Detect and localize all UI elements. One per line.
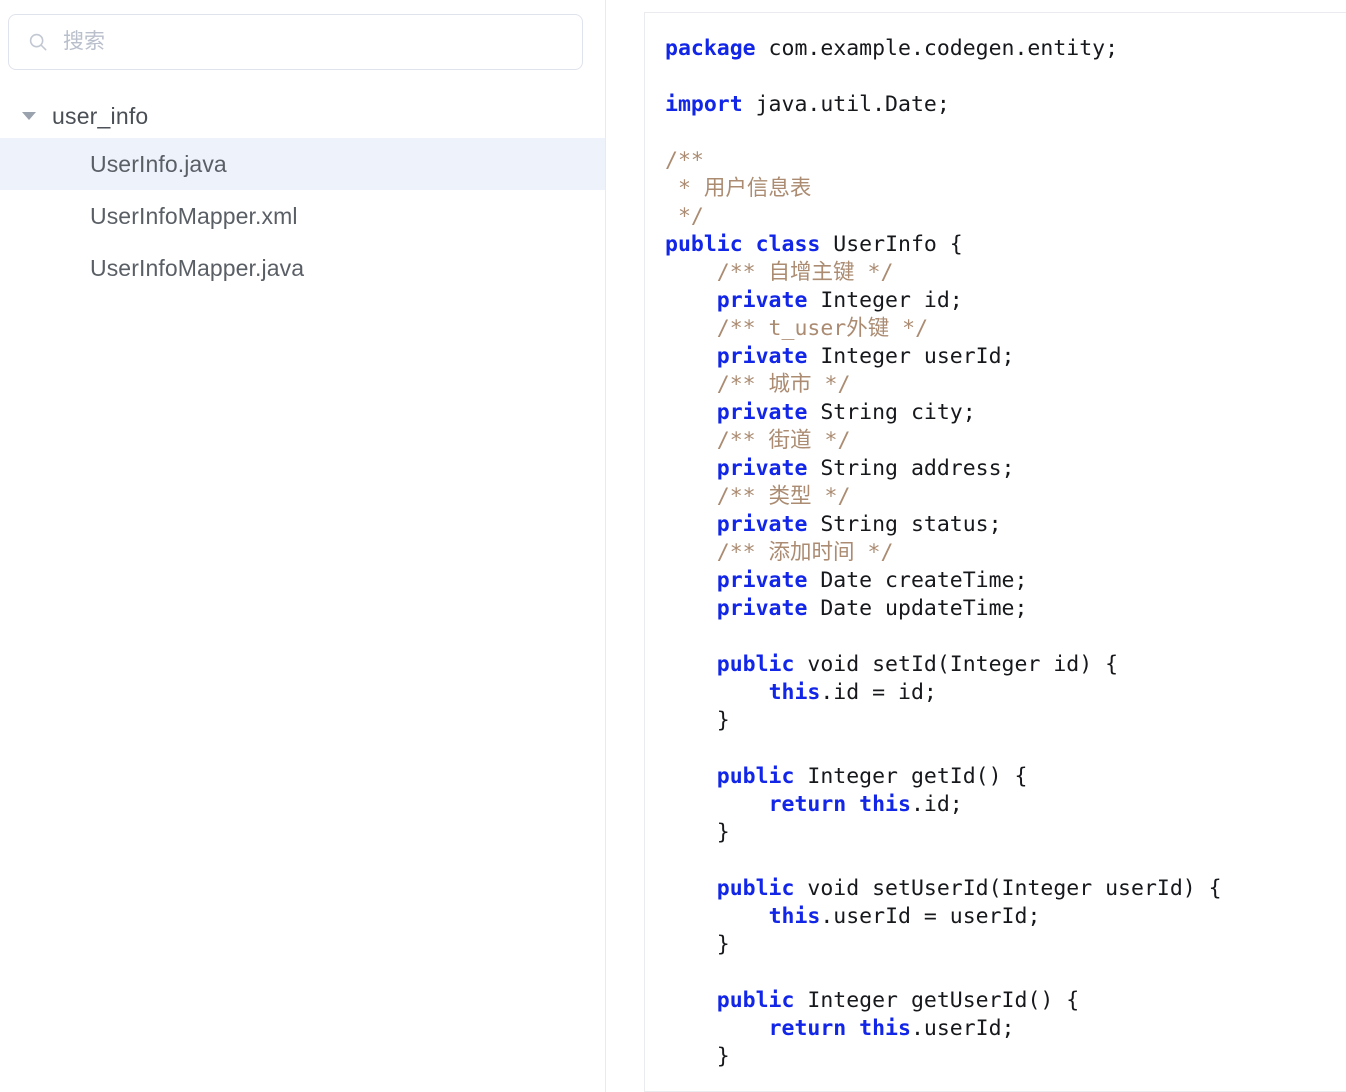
code-token-cm: /** 街道 */: [665, 428, 851, 453]
code-token-k: private: [665, 288, 808, 313]
code-token-k: private: [665, 512, 808, 537]
code-token-k: private: [665, 596, 808, 621]
code-generator-preview: user_info UserInfo.java UserInfoMapper.x…: [0, 0, 1346, 1092]
code-preview-pane: package com.example.codegen.entity; impo…: [606, 0, 1346, 1092]
tree-item-label: UserInfoMapper.xml: [90, 202, 298, 229]
code-token-k: this: [768, 680, 821, 705]
code-token-pl: Integer id;: [807, 288, 963, 313]
code-token-pl: com.example.codegen.entity;: [755, 36, 1119, 61]
code-token-cm: /** 城市 */: [665, 372, 851, 397]
code-token-k: public: [665, 764, 795, 789]
code-token-pl: Integer userId;: [807, 344, 1015, 369]
code-token-pl: }: [665, 708, 730, 733]
code-token-cm: */: [665, 204, 704, 229]
code-token-k: public: [665, 876, 795, 901]
file-tree-sidebar: user_info UserInfo.java UserInfoMapper.x…: [0, 0, 606, 1092]
code-token-pl: String address;: [807, 456, 1015, 481]
code-token-pl: Date updateTime;: [807, 596, 1028, 621]
code-token-k: private: [665, 344, 808, 369]
tree-group-user-info[interactable]: user_info: [0, 94, 605, 138]
code-token-k: private: [665, 400, 808, 425]
code-token-k: return this: [768, 792, 911, 817]
code-token-pl: UserInfo {: [820, 232, 963, 257]
search-icon: [29, 33, 47, 51]
code-token-pl: }: [665, 820, 730, 845]
code-viewer[interactable]: package com.example.codegen.entity; impo…: [665, 35, 1346, 1071]
code-token-k: public: [665, 988, 795, 1013]
code-token-pl: .userId;: [910, 1016, 1015, 1041]
search-input[interactable]: [63, 30, 564, 54]
file-tree: user_info UserInfo.java UserInfoMapper.x…: [0, 94, 605, 294]
code-token-pl: Integer getUserId() {: [794, 988, 1080, 1013]
code-token-pl: }: [665, 1044, 730, 1069]
code-token-k: public class: [665, 232, 821, 257]
code-token-pl: void setId(Integer id) {: [794, 652, 1119, 677]
code-token-pl: String status;: [807, 512, 1002, 537]
code-token-cm: /** 自增主键 */: [665, 260, 894, 285]
code-token-cm: /**: [665, 148, 704, 173]
code-token-cm: * 用户信息表: [665, 176, 812, 201]
code-token-pl: }: [665, 932, 730, 957]
tree-item-userinfomapper-java[interactable]: UserInfoMapper.java: [0, 242, 605, 294]
code-token-pl: String city;: [807, 400, 976, 425]
code-token-cm: /** 类型 */: [665, 484, 851, 509]
code-token-pl: .id;: [910, 792, 963, 817]
tree-item-userinfo-java[interactable]: UserInfo.java: [0, 138, 605, 190]
search-container: [0, 0, 605, 70]
code-token-cm: /** 添加时间 */: [665, 540, 894, 565]
chevron-down-icon[interactable]: [22, 112, 36, 120]
code-token-k: private: [665, 568, 808, 593]
code-token-k: return this: [768, 1016, 911, 1041]
code-token-k: this: [768, 904, 821, 929]
search-box[interactable]: [8, 14, 583, 70]
tree-item-label: UserInfo.java: [90, 150, 227, 177]
code-token-pl: Integer getId() {: [794, 764, 1028, 789]
tree-item-label: UserInfoMapper.java: [90, 254, 305, 281]
code-token-pl: .id = id;: [820, 680, 937, 705]
code-token-cm: /** t_user外键 */: [665, 316, 929, 341]
tree-item-userinfomapper-xml[interactable]: UserInfoMapper.xml: [0, 190, 605, 242]
tree-group-label: user_info: [52, 102, 149, 129]
code-card: package com.example.codegen.entity; impo…: [644, 12, 1346, 1092]
code-token-k: import: [665, 92, 743, 117]
code-token-k: public: [665, 652, 795, 677]
code-token-pl: java.util.Date;: [742, 92, 950, 117]
code-token-pl: Date createTime;: [807, 568, 1028, 593]
code-token-pl: .userId = userId;: [820, 904, 1041, 929]
code-token-pl: void setUserId(Integer userId) {: [794, 876, 1222, 901]
code-token-k: package: [665, 36, 756, 61]
code-token-k: private: [665, 456, 808, 481]
